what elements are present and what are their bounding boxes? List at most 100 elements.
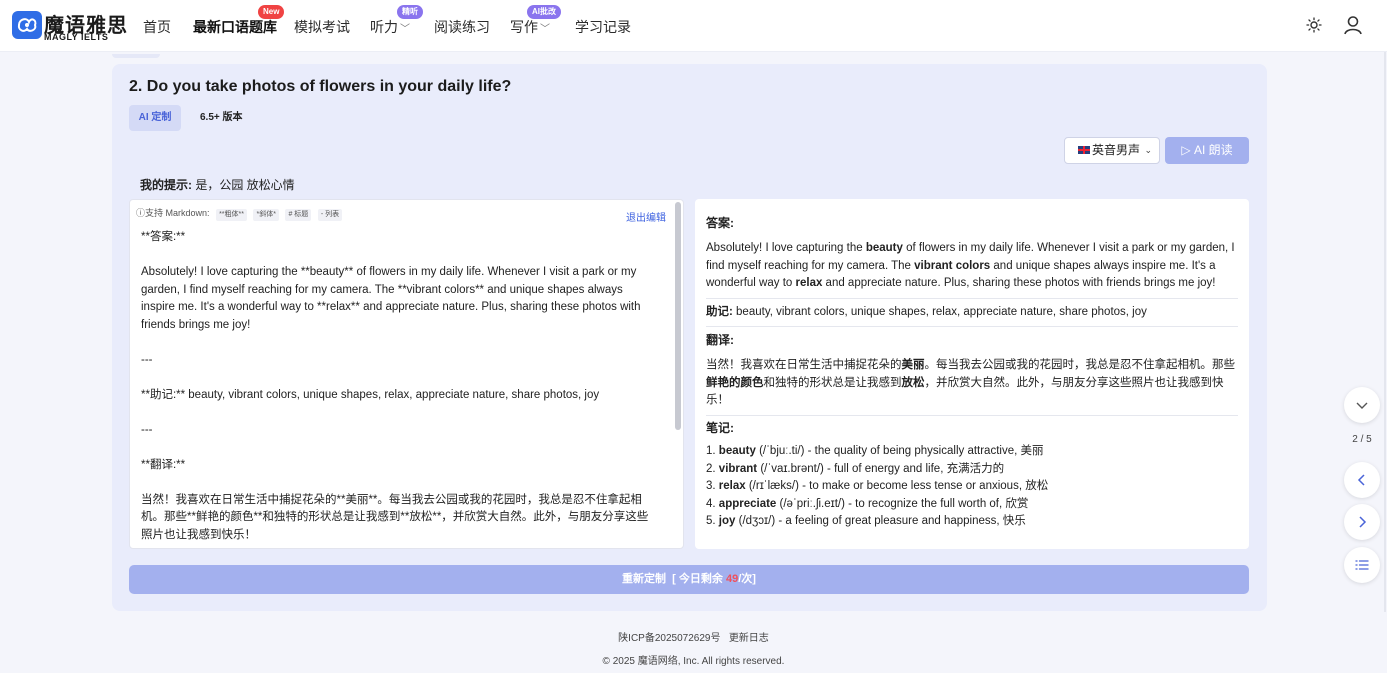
chevron-left-icon (1357, 474, 1365, 486)
note-definition: (/rɪˈlæks/) - to make or become less ten… (745, 480, 1049, 492)
footer-copyright: © 2025 魔语网络, Inc. All rights reserved. (602, 656, 785, 667)
answer-bold: relax (795, 277, 823, 289)
nav-study-record[interactable]: 学习记录 (575, 17, 631, 37)
tab-version-6-5[interactable]: 6.5+ 版本 (200, 105, 243, 131)
tab-ai-custom[interactable]: AI 定制 (129, 105, 181, 131)
nav-mock-exam[interactable]: 模拟考试 (294, 17, 350, 37)
note-word: vibrant (718, 462, 758, 475)
note-word: relax (718, 480, 746, 492)
changelog-link[interactable]: 更新日志 (729, 633, 769, 644)
nav-listening-label: 听力 (370, 19, 398, 35)
editor-line: **答案:** (141, 231, 186, 243)
translation-bold: 美丽 (901, 359, 925, 371)
mnemonic-label: 助记: (706, 306, 733, 318)
brand-subtitle: MAGLY IELTS (44, 32, 109, 42)
editor-scrollbar[interactable] (675, 202, 681, 430)
markdown-hint-bar: ⓘ支持 Markdown: **粗体** *斜体* # 标题 - 列表 (136, 206, 343, 221)
divider (706, 415, 1238, 416)
list-item: 4. appreciate (/əˈpriː.ʃi.eɪt/) - to rec… (706, 496, 1240, 514)
answer-segment: and appreciate nature. Plus, sharing the… (822, 277, 1216, 289)
note-number: 4. (706, 497, 719, 510)
uk-flag-icon (1078, 146, 1090, 154)
editor-line: 当然！我喜欢在日常生活中捕捉花朵的**美丽**。每当我去公园或我的花园时，我总是… (141, 493, 649, 541)
list-item: 3. relax (/rɪˈlæks/) - to make or become… (706, 478, 1240, 496)
markdown-label: 支持 Markdown: (145, 208, 210, 218)
editor-textarea[interactable]: **答案:** Absolutely! I love capturing the… (141, 229, 659, 548)
answer-bold: beauty (865, 242, 903, 254)
note-definition: (/dʒɔɪ/) - a feeling of great pleasure a… (735, 515, 1026, 527)
notes-list: 1. beauty (/ˈbjuː.ti/) - the quality of … (706, 443, 1240, 531)
collapse-button[interactable] (1344, 387, 1380, 423)
list-item: 1. beauty (/ˈbjuː.ti/) - the quality of … (706, 443, 1240, 461)
nav-listening[interactable]: 听力 ﹀ (370, 17, 410, 37)
nav-writing-label: 写作 (510, 19, 538, 35)
translation-text: 当然！我喜欢在日常生活中捕捉花朵的美丽。每当我去公园或我的花园时，我总是忍不住拿… (706, 357, 1240, 410)
nav-writing[interactable]: 写作 ﹀ (510, 17, 550, 37)
page-indicator: 2 / 5 (1352, 434, 1372, 445)
question-card: 2. Do you take photos of flowers in your… (112, 64, 1267, 611)
chevron-down-icon (1356, 402, 1368, 409)
previous-card-stub (112, 54, 160, 58)
voice-select-value: 英音男声 (1092, 143, 1141, 157)
note-number: 5. (706, 515, 719, 527)
info-icon: ⓘ (136, 208, 146, 218)
markdown-editor[interactable]: ⓘ支持 Markdown: **粗体** *斜体* # 标题 - 列表 退出编辑… (129, 199, 684, 549)
nav-reading[interactable]: 阅读练习 (434, 17, 490, 37)
question-list-button[interactable] (1344, 547, 1380, 583)
user-profile-icon[interactable] (1342, 14, 1364, 41)
note-word: beauty (718, 445, 756, 457)
list-icon (1355, 560, 1369, 570)
ai-read-button[interactable]: ▷ AI 朗读 (1165, 137, 1249, 164)
nav-speaking-bank[interactable]: 最新口语题库 (193, 17, 277, 37)
prev-question-button[interactable] (1344, 462, 1380, 498)
note-number: 3. (706, 480, 719, 492)
chevron-down-icon: ﹀ (400, 24, 410, 35)
answer-segment: Absolutely! I love capturing the (706, 242, 866, 254)
mnemonic-value: beauty, vibrant colors, unique shapes, r… (732, 306, 1147, 318)
answer-heading: 答案: (706, 216, 734, 230)
note-definition: (/ˈbjuː.ti/) - the quality of being phys… (755, 445, 1044, 457)
icp-link[interactable]: 陕ICP备2025072629号 (618, 633, 720, 644)
editor-line: **翻译:** (141, 458, 186, 471)
hint-label: 我的提示: (140, 178, 192, 192)
next-question-button[interactable] (1344, 504, 1380, 540)
footer-links: 陕ICP备2025072629号 更新日志 (0, 629, 1387, 644)
translation-segment: 和独特的形状总是让我感到 (763, 376, 902, 389)
nav-home[interactable]: 首页 (143, 17, 171, 37)
translation-heading: 翻译: (706, 333, 734, 347)
translation-bold: 鲜艳的颜色 (706, 376, 764, 389)
editor-line: --- (141, 353, 153, 366)
editor-line: Absolutely! I love capturing the **beaut… (141, 266, 641, 331)
intensive-listening-badge: 精听 (397, 5, 423, 19)
ai-read-label: AI 朗读 (1193, 143, 1233, 157)
chevron-down-icon: ﹀ (540, 24, 550, 35)
list-item: 5. joy (/dʒɔɪ/) - a feeling of great ple… (706, 513, 1240, 531)
page-scrollbar[interactable] (1384, 52, 1386, 612)
top-navbar: 魔语雅思 MAGLY IELTS 首页 最新口语题库 New 模拟考试 听力 ﹀ … (0, 0, 1387, 52)
my-hint: 我的提示: 是，公园 放松心情 (140, 176, 295, 193)
note-definition: (/əˈpriː.ʃi.eɪt/) - to recognize the ful… (776, 497, 1029, 510)
nav-speaking-bank-label: 最新口语题库 (193, 19, 277, 35)
markdown-preview: 答案: Absolutely! I love capturing the bea… (695, 199, 1249, 549)
editor-line: --- (141, 423, 153, 436)
exit-edit-link[interactable]: 退出编辑 (626, 209, 666, 224)
mnemonic-text: 助记: beauty, vibrant colors, unique shape… (706, 304, 1240, 322)
brand-logo[interactable]: 魔语雅思 MAGLY IELTS (12, 9, 130, 43)
regenerate-button[interactable]: 重新定制 [ 今日剩余 49/次] (129, 565, 1249, 594)
divider (706, 326, 1238, 327)
question-title: 2. Do you take photos of flowers in your… (129, 78, 512, 95)
new-badge: New (258, 5, 285, 19)
remaining-count: 49 (725, 573, 739, 585)
voice-select[interactable]: 英音男声 ⌄ (1064, 137, 1160, 164)
divider (706, 298, 1238, 299)
note-definition: (/ˈvaɪ.brənt/) - full of energy and life… (757, 462, 1005, 475)
remaining-post: /次] (738, 573, 756, 585)
note-number: 1. (706, 445, 719, 457)
note-number: 2. (706, 462, 719, 475)
editor-line: **助记:** beauty, vibrant colors, unique s… (141, 388, 600, 401)
translation-segment: 。每当我去公园或我的花园时，我总是忍不住拿起相机。那些 (924, 359, 1236, 371)
translation-segment: 当然！我喜欢在日常生活中捕捉花朵的 (706, 359, 902, 371)
regenerate-label: 重新定制 (622, 573, 667, 585)
note-word: appreciate (718, 497, 777, 510)
theme-toggle-sun-icon[interactable] (1306, 17, 1322, 38)
